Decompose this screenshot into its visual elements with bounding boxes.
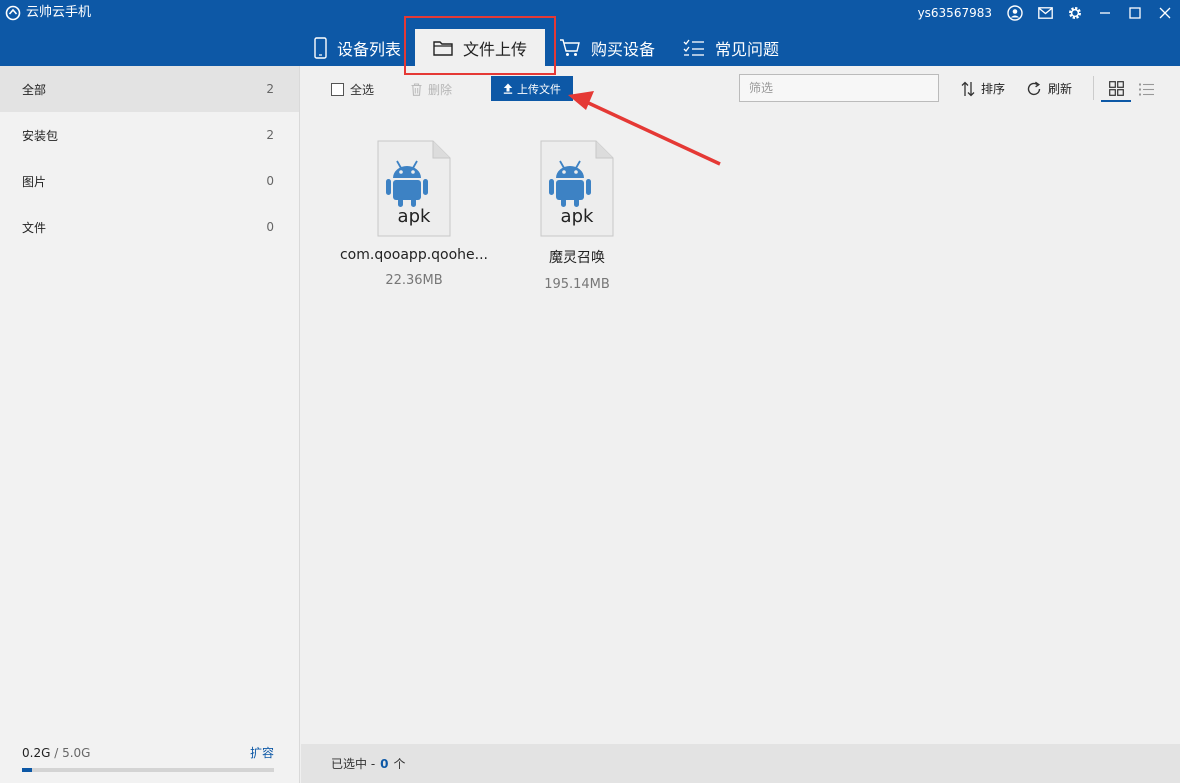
grid-view-icon xyxy=(1108,80,1124,96)
file-name: com.qooapp.qoohe... xyxy=(339,247,489,263)
sidebar-item-label: 文件 xyxy=(22,220,47,235)
sidebar-item-packages[interactable]: 安装包 2 xyxy=(0,112,299,158)
delete-label: 删除 xyxy=(428,83,453,97)
selection-suffix: 个 xyxy=(393,757,406,771)
annotation-arrow-icon xyxy=(568,91,721,166)
file-name: 魔灵召唤 xyxy=(549,250,605,266)
select-all-label: 全选 xyxy=(350,83,375,97)
title-bar: 云帅云手机 ys63567983 设备列表 文件上传 购买设备 常见问题 xyxy=(0,0,1180,66)
selection-prefix: 已选中 - xyxy=(331,757,376,771)
file-size: 195.14MB xyxy=(544,277,610,292)
tab-device-list[interactable]: 设备列表 xyxy=(300,29,415,66)
minimize-icon[interactable] xyxy=(1090,0,1120,26)
storage-total: / 5.0G xyxy=(50,745,91,760)
close-icon[interactable] xyxy=(1150,0,1180,26)
sidebar-item-label: 安装包 xyxy=(22,128,59,143)
upload-file-label: 上传文件 xyxy=(517,82,561,96)
refresh-icon xyxy=(1027,81,1041,95)
expand-storage-link[interactable]: 扩容 xyxy=(250,744,274,761)
storage-panel: 0.2G / 5.0G 扩容 xyxy=(22,744,274,772)
apk-file-icon: apk xyxy=(377,140,451,237)
delete-button[interactable]: 删除 xyxy=(411,81,452,98)
refresh-label: 刷新 xyxy=(1048,82,1073,96)
main-panel: 全选 删除 上传文件 排序 刷新 xyxy=(301,66,1180,783)
user-icon[interactable] xyxy=(1000,0,1030,26)
status-bar: 已选中 - 0 个 xyxy=(301,744,1180,783)
filter-input[interactable] xyxy=(739,74,939,102)
list-view-button[interactable] xyxy=(1131,76,1161,102)
file-type-label: apk xyxy=(397,206,431,227)
mail-icon[interactable] xyxy=(1030,0,1060,26)
list-view-icon xyxy=(1138,83,1154,95)
sidebar-item-label: 图片 xyxy=(22,174,47,189)
sidebar-item-images[interactable]: 图片 0 xyxy=(0,158,299,204)
file-size: 22.36MB xyxy=(385,273,443,288)
storage-used: 0.2G xyxy=(22,745,51,760)
sidebar: 全部 2 安装包 2 图片 0 文件 0 0.2G / 5.0G 扩容 xyxy=(0,66,300,783)
tab-faq[interactable]: 常见问题 xyxy=(669,29,793,66)
window-controls: ys63567983 xyxy=(918,0,1180,26)
sidebar-item-count: 0 xyxy=(266,220,274,234)
app-title: 云帅云手机 xyxy=(26,5,92,20)
file-item[interactable]: apk com.qooapp.qoohe... 22.36MB xyxy=(339,140,489,288)
file-type-label: apk xyxy=(560,206,594,227)
sidebar-item-files[interactable]: 文件 0 xyxy=(0,204,299,250)
tab-faq-label: 常见问题 xyxy=(715,39,780,59)
sidebar-item-all[interactable]: 全部 2 xyxy=(0,66,299,112)
storage-progress-bar xyxy=(22,768,274,772)
sidebar-item-count: 0 xyxy=(266,174,274,188)
gear-icon[interactable] xyxy=(1060,0,1090,26)
tab-buy-device-label: 购买设备 xyxy=(591,39,656,59)
sort-icon xyxy=(961,81,975,96)
sort-label: 排序 xyxy=(981,82,1006,96)
toolbar-divider xyxy=(1093,76,1094,100)
cart-icon xyxy=(560,39,580,56)
tab-highlight-annotation xyxy=(404,16,556,75)
username: ys63567983 xyxy=(917,6,992,20)
selection-count: 0 xyxy=(380,756,389,771)
refresh-button[interactable]: 刷新 xyxy=(1026,80,1072,97)
app-logo-icon xyxy=(5,5,21,21)
sidebar-item-label: 全部 xyxy=(22,82,47,97)
sort-button[interactable]: 排序 xyxy=(961,80,1005,97)
trash-icon xyxy=(411,83,422,96)
upload-icon xyxy=(503,83,513,94)
storage-progress-fill xyxy=(22,768,33,772)
phone-icon xyxy=(314,36,327,59)
sidebar-item-count: 2 xyxy=(266,82,274,96)
tab-device-list-label: 设备列表 xyxy=(337,39,402,59)
tab-buy-device[interactable]: 购买设备 xyxy=(545,29,669,66)
checklist-icon xyxy=(683,39,705,56)
sidebar-item-count: 2 xyxy=(266,128,274,142)
maximize-icon[interactable] xyxy=(1120,0,1150,26)
grid-view-button[interactable] xyxy=(1101,76,1131,102)
storage-usage-text: 0.2G / 5.0G xyxy=(22,746,90,760)
select-all-checkbox[interactable]: 全选 xyxy=(331,81,374,98)
checkbox-box xyxy=(331,83,344,96)
